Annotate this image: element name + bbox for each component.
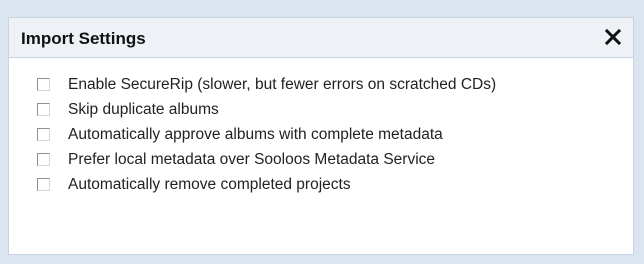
skip-duplicate-albums-checkbox[interactable] (37, 103, 50, 116)
option-enable-securerip[interactable]: Enable SecureRip (slower, but fewer erro… (37, 72, 617, 97)
auto-approve-albums-checkbox[interactable] (37, 128, 50, 141)
option-label: Enable SecureRip (slower, but fewer erro… (68, 75, 497, 93)
option-label: Skip duplicate albums (68, 100, 219, 118)
auto-remove-projects-checkbox[interactable] (37, 178, 50, 191)
dialog-frame: Import Settings Enable SecureRip (slower… (0, 0, 644, 264)
option-auto-remove-projects[interactable]: Automatically remove completed projects (37, 172, 617, 197)
option-label: Automatically remove completed projects (68, 175, 351, 193)
enable-securerip-checkbox[interactable] (37, 78, 50, 91)
dialog-title: Import Settings (21, 29, 146, 48)
import-settings-dialog: Import Settings Enable SecureRip (slower… (8, 17, 634, 255)
option-prefer-local-metadata[interactable]: Prefer local metadata over Sooloos Metad… (37, 147, 617, 172)
option-auto-approve-albums[interactable]: Automatically approve albums with comple… (37, 122, 617, 147)
option-label: Automatically approve albums with comple… (68, 125, 443, 143)
option-skip-duplicate-albums[interactable]: Skip duplicate albums (37, 97, 617, 122)
dialog-title-bar: Import Settings (9, 18, 633, 58)
close-icon (604, 28, 622, 46)
prefer-local-metadata-checkbox[interactable] (37, 153, 50, 166)
close-button[interactable] (599, 23, 627, 51)
option-label: Prefer local metadata over Sooloos Metad… (68, 150, 436, 168)
import-options-list: Enable SecureRip (slower, but fewer erro… (37, 72, 617, 197)
